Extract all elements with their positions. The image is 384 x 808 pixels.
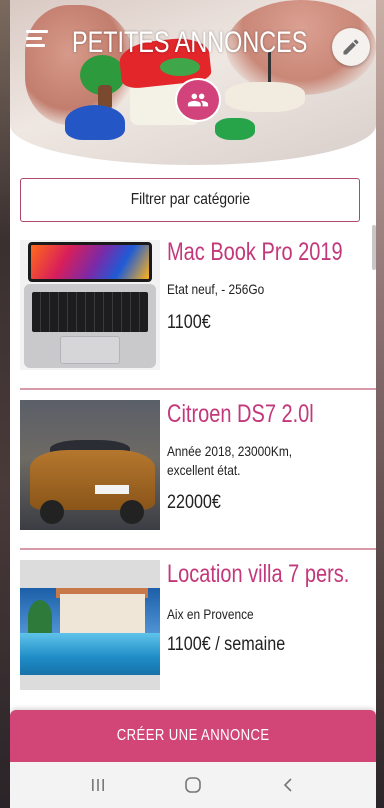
- listing-thumbnail: [20, 240, 160, 370]
- nav-recents-button[interactable]: [78, 770, 118, 800]
- edit-button[interactable]: [332, 28, 370, 66]
- list-item[interactable]: Mac Book Pro 2019 Etat neuf, - 256Go 110…: [10, 232, 376, 390]
- home-icon: [185, 777, 201, 793]
- pencil-icon: [343, 39, 359, 55]
- nav-back-button[interactable]: [268, 770, 308, 800]
- list-item[interactable]: Citroen DS7 2.0l Année 2018, 23000Km, ex…: [10, 390, 376, 550]
- banner-clay-decor: [160, 58, 200, 76]
- listing-price: 22000€: [167, 492, 221, 513]
- listing-thumbnail: [20, 560, 160, 690]
- listing-description: Aix en Provence: [167, 606, 254, 622]
- banner-clay-car: [225, 82, 305, 112]
- group-icon: [187, 93, 209, 107]
- laptop-image: [20, 240, 160, 370]
- system-navbar: [10, 762, 376, 808]
- create-listing-button[interactable]: CRÉER UNE ANNONCE: [10, 710, 376, 762]
- car-image: [20, 400, 160, 530]
- banner-clay-car: [65, 105, 125, 140]
- listing-title: Citroen DS7 2.0l: [167, 400, 314, 428]
- list-item[interactable]: Location villa 7 pers. Aix en Provence 1…: [10, 550, 376, 710]
- listing-description: Année 2018, 23000Km, excellent état.: [167, 443, 293, 478]
- back-icon: [284, 778, 292, 792]
- listings-list: Mac Book Pro 2019 Etat neuf, - 256Go 110…: [10, 232, 376, 710]
- nav-home-button[interactable]: [173, 770, 213, 800]
- villa-image: [20, 560, 160, 690]
- header-banner: PETITES ANNONCES: [10, 0, 376, 165]
- filter-label: Filtrer par catégorie: [130, 191, 250, 208]
- group-button[interactable]: [175, 78, 221, 122]
- recents-icon: [91, 779, 104, 791]
- listing-title: Location villa 7 pers.: [167, 560, 350, 588]
- app-screen: PETITES ANNONCES Filtrer par catégorie M…: [10, 0, 376, 808]
- listing-title: Mac Book Pro 2019: [167, 238, 343, 266]
- filter-category-button[interactable]: Filtrer par catégorie: [20, 178, 360, 222]
- page-title: PETITES ANNONCES: [72, 26, 308, 59]
- create-listing-label: CRÉER UNE ANNONCE: [116, 727, 270, 744]
- listing-description: Etat neuf, - 256Go: [167, 281, 265, 297]
- listing-price: 1100€ / semaine: [167, 634, 286, 655]
- menu-icon[interactable]: [26, 30, 48, 48]
- banner-clay-car: [215, 118, 255, 140]
- listing-price: 1100€: [167, 312, 211, 333]
- listing-thumbnail: [20, 400, 160, 530]
